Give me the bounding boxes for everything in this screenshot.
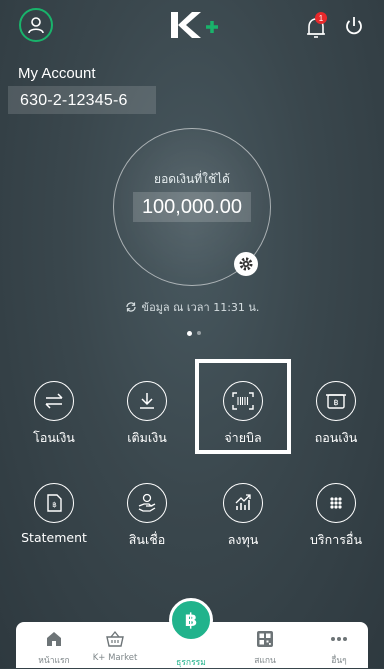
loan-hand-coin-icon	[127, 483, 167, 523]
notification-badge: 1	[319, 14, 324, 23]
balance-label: ยอดเงินที่ใช้ได้	[154, 172, 230, 186]
nav-transactions-button[interactable]: ฿	[169, 598, 213, 642]
pay-bill-highlight-frame	[195, 359, 291, 454]
gear-icon	[239, 257, 253, 271]
action-topup[interactable]: เติมเงิน	[107, 381, 187, 448]
nav-more[interactable]: อื่นๆ	[308, 628, 370, 667]
nav-label: อื่นๆ	[331, 656, 347, 666]
more-dots-icon	[328, 628, 350, 650]
account-number[interactable]: 630-2-12345-6	[20, 92, 128, 110]
statement-document-icon: ฿	[34, 483, 74, 523]
nav-market[interactable]: K+ Market	[84, 628, 146, 663]
page-dot[interactable]	[197, 331, 201, 335]
home-icon	[43, 628, 65, 650]
page-indicator	[182, 330, 206, 338]
balance-value: 100,000.00	[141, 196, 243, 218]
action-other-services[interactable]: บริการอื่น	[296, 483, 376, 550]
action-loan[interactable]: สินเชื่อ	[107, 483, 187, 550]
last-updated: ข้อมูล ณ เวลา 11:31 น.	[0, 298, 384, 316]
action-label: ลงทุน	[227, 532, 259, 547]
kplus-logo	[168, 10, 220, 40]
nav-home[interactable]: หน้าแรก	[23, 628, 85, 667]
nav-transactions-label: ธุรกรรม	[176, 658, 206, 668]
profile-button[interactable]	[19, 8, 53, 42]
baht-icon: ฿	[185, 610, 198, 631]
notifications-button[interactable]: 1	[300, 10, 332, 42]
user-icon	[28, 17, 44, 34]
nav-scan[interactable]: สแกน	[234, 628, 296, 667]
action-label: เติมเงิน	[127, 430, 167, 445]
action-label: โอนเงิน	[33, 430, 75, 445]
action-withdraw[interactable]: ฿ ถอนเงิน	[296, 381, 376, 448]
refresh-icon[interactable]	[125, 301, 137, 316]
nav-label: K+ Market	[92, 653, 138, 663]
more-grid-icon	[316, 483, 356, 523]
nav-label: หน้าแรก	[38, 656, 70, 666]
shopping-basket-icon	[104, 628, 126, 650]
logout-button[interactable]	[340, 12, 368, 40]
withdraw-cash-icon: ฿	[316, 381, 356, 421]
action-label: ถอนเงิน	[314, 430, 358, 445]
action-label: สินเชื่อ	[128, 532, 166, 547]
svg-text:฿: ฿	[333, 398, 338, 407]
power-icon	[346, 17, 362, 35]
transfer-icon	[34, 381, 74, 421]
invest-chart-icon	[223, 483, 263, 523]
download-icon	[127, 381, 167, 421]
svg-text:฿: ฿	[185, 610, 198, 631]
page-dot-active[interactable]	[187, 331, 192, 336]
action-transfer[interactable]: โอนเงิน	[14, 381, 94, 448]
qr-scan-icon	[254, 628, 276, 650]
bell-icon: 1	[307, 12, 327, 38]
nav-label: สแกน	[254, 656, 276, 666]
balance-settings-button[interactable]	[234, 252, 258, 276]
svg-text:฿: ฿	[52, 501, 56, 509]
last-updated-text: ข้อมูล ณ เวลา 11:31 น.	[141, 301, 260, 314]
action-label: Statement	[21, 530, 87, 545]
action-statement[interactable]: ฿ Statement	[14, 483, 94, 545]
account-title: My Account	[18, 65, 96, 82]
action-invest[interactable]: ลงทุน	[203, 483, 283, 550]
action-label: บริการอื่น	[309, 532, 362, 547]
